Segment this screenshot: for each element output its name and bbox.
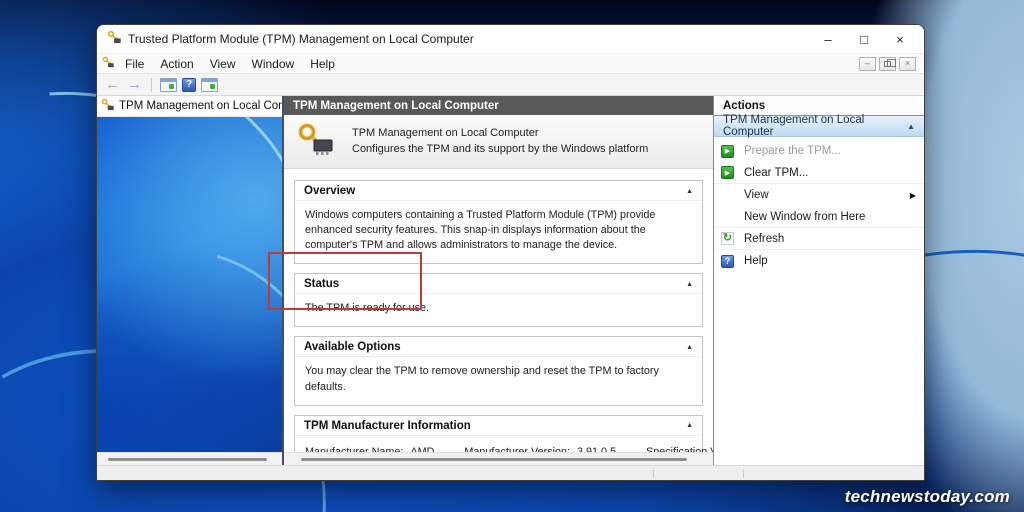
menu-item-view[interactable]: View: [202, 56, 244, 72]
mdi-restore-button[interactable]: [879, 57, 896, 71]
back-button[interactable]: ←: [104, 77, 121, 92]
section-body: You may clear the TPM to remove ownershi…: [295, 357, 702, 404]
action-label: View: [744, 189, 769, 201]
action-label: Clear TPM...: [744, 167, 808, 179]
console-tree-pane: TPM Management on Local Comp: [97, 96, 284, 465]
section-header: Overview▲: [295, 181, 702, 201]
collapse-icon[interactable]: ▲: [686, 344, 693, 351]
tpm-key-chip-icon: [296, 122, 336, 161]
statusbar-pane-divider: [653, 469, 654, 478]
manufacturer-field: Manufacturer Version:3.91.0.5: [464, 445, 616, 452]
action-label: New Window from Here: [744, 211, 865, 223]
results-horizontal-scrollbar[interactable]: [284, 452, 713, 465]
icon-spacer: [721, 210, 734, 223]
collapse-icon[interactable]: ▲: [686, 422, 693, 429]
banner-subtitle: Configures the TPM and its support by th…: [352, 142, 648, 157]
action-label: Prepare the TPM...: [744, 145, 841, 157]
section-available-options: Available Options▲You may clear the TPM …: [294, 336, 703, 405]
action-item-prepare-the-tpm[interactable]: ▶ Prepare the TPM...: [714, 140, 924, 162]
manufacturer-field: Manufacturer Name:AMD: [305, 445, 434, 452]
scrollbar-thumb[interactable]: [301, 458, 687, 461]
menu-item-window[interactable]: Window: [244, 56, 303, 72]
mdi-window-controls: – ×: [859, 57, 919, 71]
help-toolbar-button[interactable]: ?: [182, 78, 196, 92]
tpm-management-window: Trusted Platform Module (TPM) Management…: [96, 24, 925, 481]
mdi-close-button[interactable]: ×: [899, 57, 916, 71]
collapse-icon[interactable]: ▲: [907, 122, 915, 131]
tpm-key-icon: [102, 56, 114, 71]
actions-pane: Actions TPM Management on Local Computer…: [714, 96, 924, 465]
menu-item-file[interactable]: File: [117, 56, 152, 72]
help-icon: ?: [721, 255, 734, 268]
minimize-button[interactable]: –: [810, 27, 846, 51]
menu-item-help[interactable]: Help: [302, 56, 343, 72]
show-console-tree-button[interactable]: [160, 78, 177, 92]
section-title: TPM Manufacturer Information: [304, 420, 686, 432]
action-item-refresh[interactable]: ↻ Refresh: [714, 228, 924, 250]
statusbar-pane-divider: [743, 469, 744, 478]
snap-in-banner: TPM Management on Local Computer Configu…: [284, 115, 713, 169]
action-item-help[interactable]: ? Help: [714, 250, 924, 272]
tpm-key-icon: [107, 30, 121, 49]
section-header: Available Options▲: [295, 337, 702, 357]
section-title: Overview: [304, 185, 686, 197]
mdi-minimize-button[interactable]: –: [859, 57, 876, 71]
tpm-key-icon: [101, 98, 114, 114]
collapse-icon[interactable]: ▲: [686, 281, 693, 288]
actions-pane-title: Actions: [714, 96, 924, 116]
scrollbar-thumb[interactable]: [108, 458, 267, 461]
section-tpm-manufacturer-information: TPM Manufacturer Information▲Manufacture…: [294, 415, 703, 452]
menu-bar: FileActionViewWindowHelp – ×: [97, 53, 924, 74]
actions-group-header[interactable]: TPM Management on Local Computer ▲: [714, 116, 924, 137]
section-title: Available Options: [304, 341, 686, 353]
action-item-clear-tpm[interactable]: ▶ Clear TPM...: [714, 162, 924, 184]
action-item-new-window-from-here[interactable]: New Window from Here: [714, 206, 924, 228]
console-window-button[interactable]: [201, 78, 218, 92]
close-button[interactable]: ×: [882, 27, 918, 51]
desktop: Trusted Platform Module (TPM) Management…: [0, 0, 1024, 512]
console-body: TPM Management on Local Comp TPM Managem…: [97, 96, 924, 465]
status-highlight-box: [268, 252, 422, 310]
toolbar-separator: [151, 78, 152, 92]
window-title: Trusted Platform Module (TPM) Management…: [128, 32, 810, 46]
tree-horizontal-scrollbar[interactable]: [97, 452, 282, 465]
collapse-icon[interactable]: ▲: [686, 188, 693, 195]
action-label: Refresh: [744, 233, 784, 245]
sections: Overview▲Windows computers containing a …: [284, 169, 713, 452]
action-item-view[interactable]: View ▶: [714, 184, 924, 206]
maximize-button[interactable]: □: [846, 27, 882, 51]
toolbar: ← → ?: [97, 74, 924, 96]
action-label: Help: [744, 255, 768, 267]
tree-item-tpm-management[interactable]: TPM Management on Local Comp: [97, 96, 282, 117]
submenu-arrow-icon: ▶: [910, 191, 916, 200]
section-header: TPM Manufacturer Information▲: [295, 416, 702, 436]
status-bar: [97, 465, 924, 480]
tree-pane-wallpaper-glitch: [97, 117, 282, 452]
actions-group-label: TPM Management on Local Computer: [723, 114, 907, 138]
action-arrow-icon: ▶: [721, 145, 734, 158]
forward-button[interactable]: →: [126, 77, 143, 92]
manufacturer-field: Specification Version:2.0: [646, 445, 713, 452]
title-bar[interactable]: Trusted Platform Module (TPM) Management…: [97, 25, 924, 53]
restore-icon: [884, 61, 891, 67]
section-body: Manufacturer Name:AMD Manufacturer Versio…: [295, 436, 702, 452]
actions-list: ▶ Prepare the TPM... ▶ Clear TPM... View ▶ New…: [714, 137, 924, 465]
watermark: technewstoday.com: [845, 487, 1010, 507]
action-arrow-icon: ▶: [721, 166, 734, 179]
banner-title: TPM Management on Local Computer: [352, 126, 648, 141]
tree-item-label: TPM Management on Local Comp: [119, 100, 282, 112]
menu-item-action[interactable]: Action: [152, 56, 201, 72]
refresh-icon: ↻: [721, 232, 734, 245]
icon-spacer: [721, 189, 734, 202]
menu-items: FileActionViewWindowHelp: [117, 57, 343, 71]
results-pane-header: TPM Management on Local Computer: [284, 96, 713, 115]
